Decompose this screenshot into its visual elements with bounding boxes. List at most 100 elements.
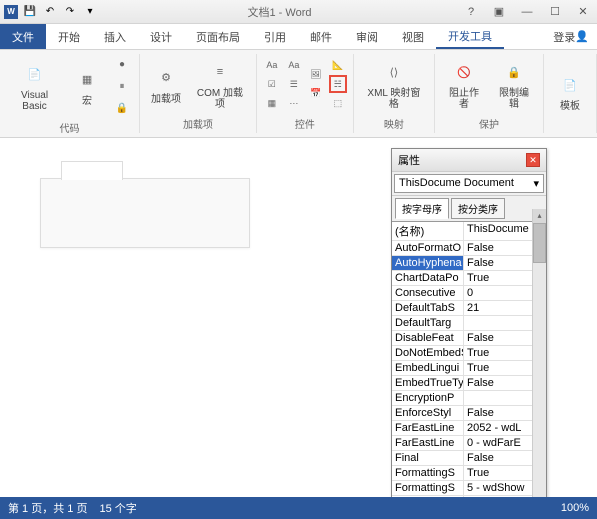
tab-developer[interactable]: 开发工具 bbox=[436, 24, 504, 49]
visual-basic-button[interactable]: 📄 Visual Basic bbox=[6, 58, 63, 114]
ribbon-options-icon[interactable]: ▣ bbox=[489, 4, 509, 20]
vb-icon: 📄 bbox=[19, 60, 51, 88]
property-key: DisableFeat bbox=[392, 331, 464, 345]
ribbon-group-xml: ⟨⟩ XML 映射窗格 映射 bbox=[354, 54, 435, 133]
macro-security-icon[interactable]: 🔒 bbox=[111, 98, 133, 118]
tab-file[interactable]: 文件 bbox=[0, 24, 46, 49]
property-row[interactable]: DefaultTarg bbox=[392, 316, 546, 331]
date-control-icon[interactable]: 📅 bbox=[307, 85, 325, 103]
checkbox-control-icon[interactable]: ☑ bbox=[263, 75, 281, 93]
statusbar: 第 1 页，共 1 页 15 个字 100% bbox=[0, 497, 597, 519]
more-controls-icon[interactable]: ⋯ bbox=[285, 94, 303, 112]
xml-mapping-button[interactable]: ⟨⟩ XML 映射窗格 bbox=[360, 56, 428, 112]
property-row[interactable]: FinalFalse bbox=[392, 451, 546, 466]
properties-object-dropdown[interactable]: ThisDocume Document ▾ bbox=[392, 172, 546, 196]
property-row[interactable]: FormattingSTrue bbox=[392, 466, 546, 481]
property-key: EncryptionP bbox=[392, 391, 464, 405]
ribbon-group-addins: ⚙ 加载项 ≡ COM 加载项 加载项 bbox=[140, 54, 257, 133]
tab-home[interactable]: 开始 bbox=[46, 24, 92, 49]
property-row[interactable]: Consecutive0 bbox=[392, 286, 546, 301]
ribbon: 📄 Visual Basic ▦ 宏 ● ⏸ 🔒 代码 ⚙ 加载项 ≡ COM … bbox=[0, 50, 597, 138]
status-zoom[interactable]: 100% bbox=[561, 502, 589, 514]
property-row[interactable]: DefaultTabS21 bbox=[392, 301, 546, 316]
property-row[interactable]: AutoFormatOFalse bbox=[392, 241, 546, 256]
word-app-icon: W bbox=[4, 5, 18, 19]
picture-control-icon[interactable]: 🖼 bbox=[307, 66, 325, 84]
save-icon[interactable]: 💾 bbox=[22, 4, 38, 20]
property-row[interactable]: EmbedLinguiTrue bbox=[392, 361, 546, 376]
chevron-down-icon: ▾ bbox=[533, 177, 539, 190]
plain-text-control-icon[interactable]: Aa bbox=[285, 56, 303, 74]
dropdown-control-icon[interactable]: ☰ bbox=[285, 75, 303, 93]
tab-mailings[interactable]: 邮件 bbox=[298, 24, 344, 49]
qat-customize-icon[interactable]: ▾ bbox=[82, 4, 98, 20]
close-icon[interactable]: ✕ bbox=[573, 4, 593, 20]
window-title: 文档1 - Word bbox=[98, 4, 461, 20]
properties-scrollbar[interactable]: ▴ ▾ bbox=[532, 209, 546, 511]
rich-text-control-icon[interactable]: Aa bbox=[263, 56, 281, 74]
property-row[interactable]: AutoHyphenaFalse bbox=[392, 256, 546, 271]
properties-titlebar[interactable]: 属性 ✕ bbox=[392, 149, 546, 172]
block-authors-icon: 🚫 bbox=[448, 58, 480, 86]
restrict-editing-button[interactable]: 🔒 限制编辑 bbox=[491, 56, 537, 112]
property-row[interactable]: EnforceStylFalse bbox=[392, 406, 546, 421]
property-key: DoNotEmbedS bbox=[392, 346, 464, 360]
property-row[interactable]: FormattingS5 - wdShow bbox=[392, 481, 546, 496]
restrict-icon: 🔒 bbox=[498, 58, 530, 86]
ribbon-group-code: 📄 Visual Basic ▦ 宏 ● ⏸ 🔒 代码 bbox=[0, 54, 140, 133]
block-authors-button[interactable]: 🚫 阻止作者 bbox=[441, 56, 487, 112]
property-row[interactable]: DoNotEmbedSTrue bbox=[392, 346, 546, 361]
login-user-icon: 👤 bbox=[575, 30, 589, 43]
scroll-thumb[interactable] bbox=[533, 223, 546, 263]
group-control-icon[interactable]: ⬚ bbox=[329, 94, 347, 112]
tab-references[interactable]: 引用 bbox=[252, 24, 298, 49]
property-key: FormattingS bbox=[392, 466, 464, 480]
maximize-icon[interactable]: ☐ bbox=[545, 4, 565, 20]
property-row[interactable]: EmbedTrueTyFalse bbox=[392, 376, 546, 391]
tab-design[interactable]: 设计 bbox=[138, 24, 184, 49]
status-page[interactable]: 第 1 页，共 1 页 bbox=[8, 500, 87, 516]
design-mode-icon[interactable]: 📐 bbox=[329, 56, 347, 74]
property-row[interactable]: DisableFeatFalse bbox=[392, 331, 546, 346]
properties-button[interactable]: ☵ bbox=[329, 75, 347, 93]
properties-title-text: 属性 bbox=[398, 152, 420, 168]
properties-close-icon[interactable]: ✕ bbox=[526, 153, 540, 167]
status-words[interactable]: 15 个字 bbox=[99, 500, 136, 516]
template-button[interactable]: 📄 模板 bbox=[550, 69, 590, 114]
property-row[interactable]: (名称)ThisDocume bbox=[392, 222, 546, 241]
property-row[interactable]: FarEastLine2052 - wdL bbox=[392, 421, 546, 436]
tab-insert[interactable]: 插入 bbox=[92, 24, 138, 49]
xml-icon: ⟨⟩ bbox=[378, 58, 410, 86]
record-macro-icon[interactable]: ● bbox=[111, 54, 133, 74]
titlebar: W 💾 ↶ ↷ ▾ 文档1 - Word ? ▣ — ☐ ✕ bbox=[0, 0, 597, 24]
property-row[interactable]: EncryptionP bbox=[392, 391, 546, 406]
minimize-icon[interactable]: — bbox=[517, 4, 537, 20]
redo-icon[interactable]: ↷ bbox=[62, 4, 78, 20]
template-icon: 📄 bbox=[554, 71, 586, 99]
property-key: Consecutive bbox=[392, 286, 464, 300]
com-addins-button[interactable]: ≡ COM 加载项 bbox=[190, 56, 250, 112]
undo-icon[interactable]: ↶ bbox=[42, 4, 58, 20]
property-row[interactable]: FarEastLine0 - wdFarE bbox=[392, 436, 546, 451]
tab-view[interactable]: 视图 bbox=[390, 24, 436, 49]
com-addins-icon: ≡ bbox=[204, 58, 236, 86]
property-key: Final bbox=[392, 451, 464, 465]
tab-pagelayout[interactable]: 页面布局 bbox=[184, 24, 252, 49]
properties-tab-categorized[interactable]: 按分类序 bbox=[451, 198, 505, 219]
property-row[interactable]: ChartDataPoTrue bbox=[392, 271, 546, 286]
addins-button[interactable]: ⚙ 加载项 bbox=[146, 62, 186, 107]
help-icon[interactable]: ? bbox=[461, 4, 481, 20]
login-link[interactable]: 登录 👤 bbox=[541, 24, 597, 49]
content-control-placeholder[interactable] bbox=[40, 178, 250, 248]
property-key: FarEastLine bbox=[392, 421, 464, 435]
scroll-up-icon[interactable]: ▴ bbox=[533, 209, 546, 223]
property-key: AutoHyphena bbox=[392, 256, 464, 270]
property-key: EmbedLingui bbox=[392, 361, 464, 375]
macros-button[interactable]: ▦ 宏 bbox=[67, 64, 107, 109]
pause-macro-icon[interactable]: ⏸ bbox=[111, 76, 133, 96]
property-key: FormattingS bbox=[392, 481, 464, 495]
tab-review[interactable]: 审阅 bbox=[344, 24, 390, 49]
properties-tab-alphabetic[interactable]: 按字母序 bbox=[395, 198, 449, 219]
properties-grid[interactable]: (名称)ThisDocumeAutoFormatOFalseAutoHyphen… bbox=[392, 221, 546, 511]
legacy-tools-icon[interactable]: ▦ bbox=[263, 94, 281, 112]
